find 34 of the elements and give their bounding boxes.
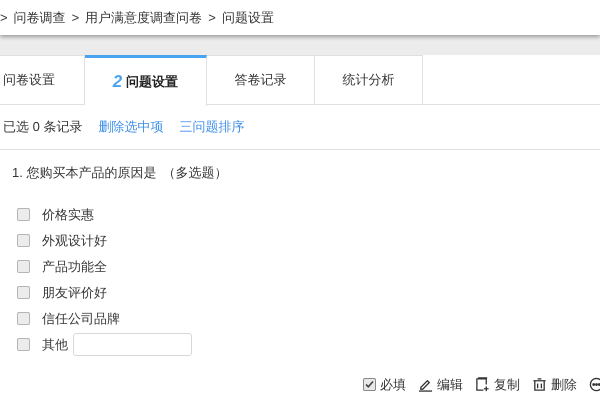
option-label: 其他 (42, 336, 68, 354)
option-label: 外观设计好 (42, 232, 107, 250)
breadcrumb-item[interactable]: 用户满意度调查问卷 (85, 8, 202, 28)
trash-icon (532, 376, 547, 392)
tab[interactable]: 答卷记录 (207, 55, 315, 104)
question-type: （多选题） (162, 164, 228, 182)
breadcrumb-separator: > (208, 8, 216, 27)
action-button[interactable]: 删除 (532, 374, 577, 394)
checkbox[interactable] (17, 260, 30, 273)
option-label: 价格实惠 (42, 206, 94, 224)
more-icon (589, 376, 600, 392)
option-label: 信任公司品牌 (42, 310, 120, 328)
breadcrumb-separator: > (72, 8, 80, 27)
action-button[interactable] (589, 376, 600, 392)
action-button[interactable]: 复制 (475, 374, 520, 394)
checkbox[interactable] (17, 234, 30, 247)
checkbox[interactable] (17, 312, 30, 325)
action-button[interactable]: 编辑 (418, 374, 463, 394)
selection-count: 已选 0 条记录 (3, 118, 82, 136)
checkbox[interactable] (17, 286, 30, 299)
tab[interactable]: 2 问题设置 (85, 55, 207, 106)
breadcrumb-separator: > (0, 8, 8, 27)
other-input-field[interactable] (73, 333, 192, 356)
required-label: 必填 (380, 376, 406, 394)
breadcrumb-item: 问题设置 (222, 8, 274, 27)
checkbox[interactable] (363, 378, 376, 391)
option-label: 产品功能全 (42, 258, 107, 276)
breadcrumb-item[interactable]: 问卷调查 (14, 8, 66, 28)
checkbox[interactable] (17, 208, 30, 221)
checkbox[interactable] (17, 338, 30, 351)
tab[interactable]: 统计分析 (315, 55, 423, 104)
option-label: 朋友评价好 (42, 284, 107, 302)
question-title: 1. 您购买本产品的原因是 (12, 164, 156, 182)
copy-icon (475, 376, 490, 392)
